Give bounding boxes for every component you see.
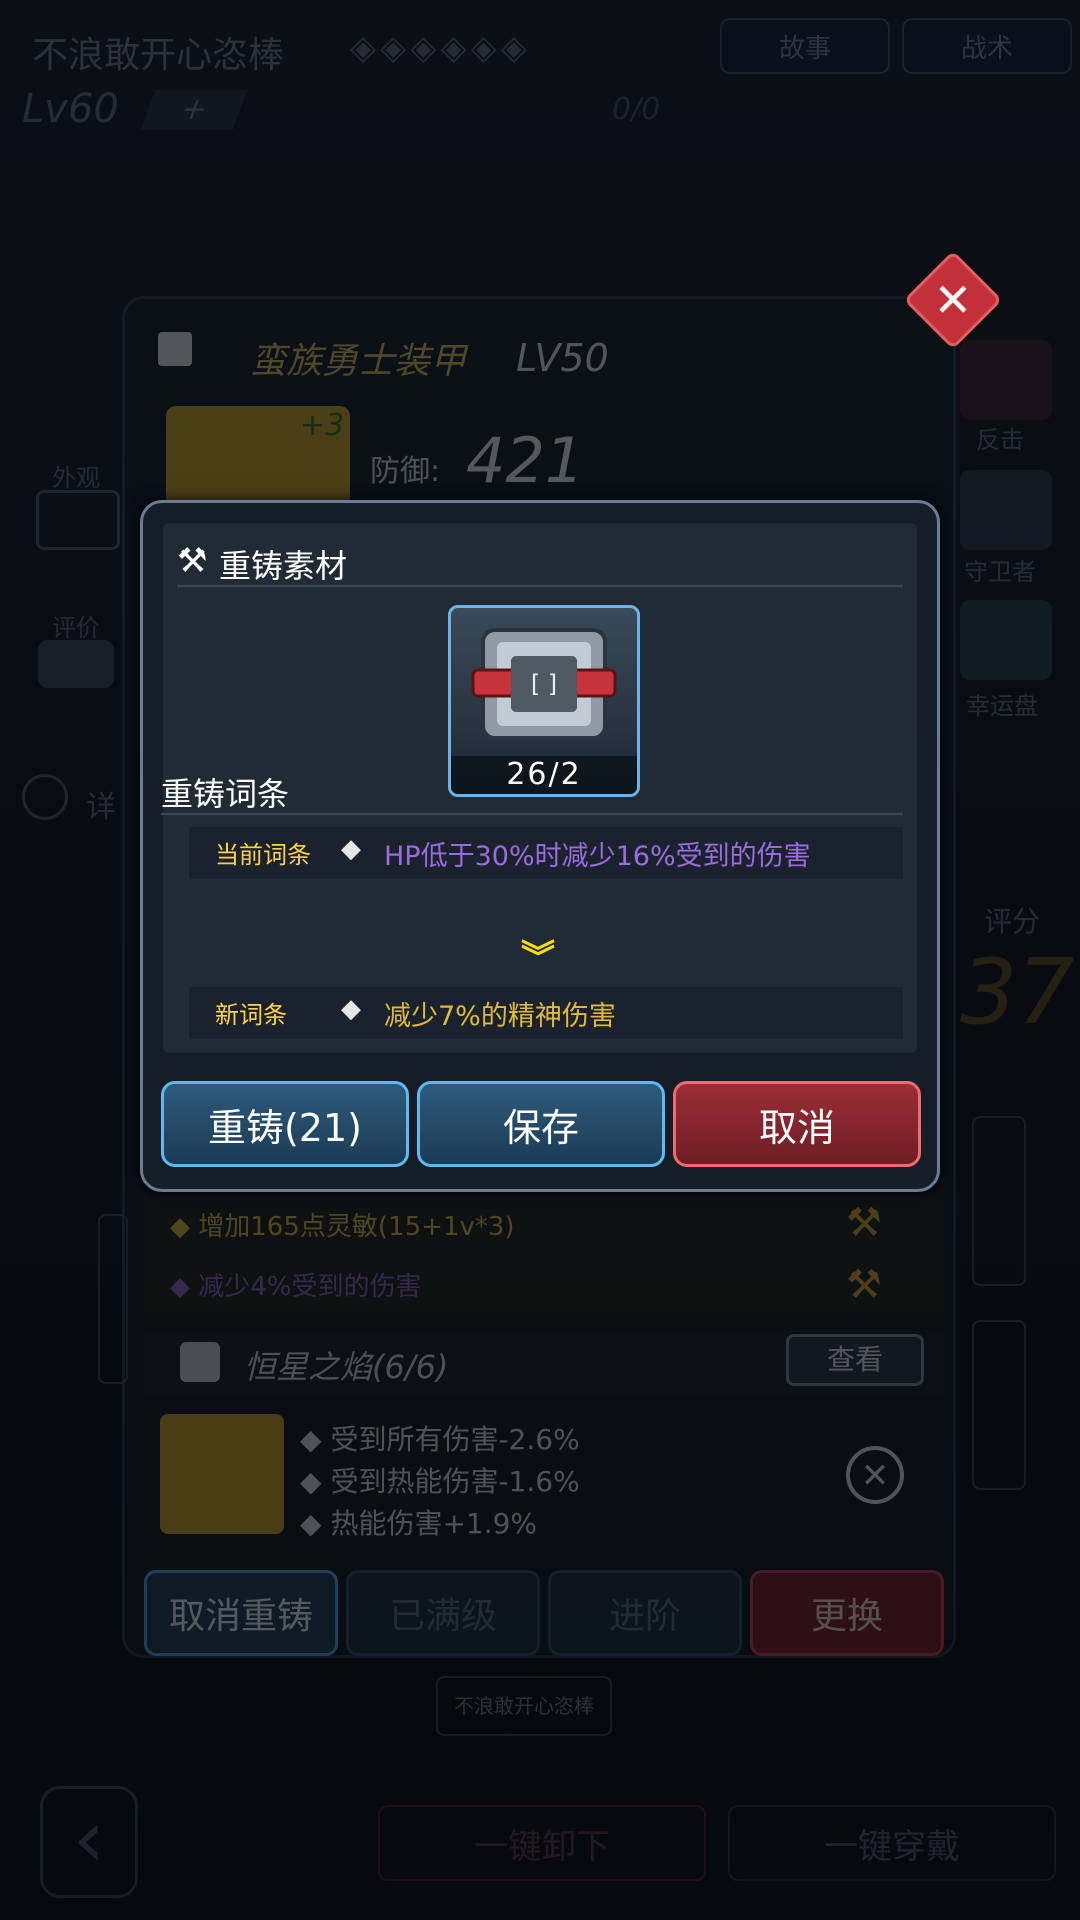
material-title: 重铸素材 <box>219 547 348 585</box>
new-affix-label: 新词条 <box>215 1001 287 1029</box>
chat-bubble-icon[interactable] <box>38 640 114 688</box>
hammer-icon: ⚒ <box>177 541 208 581</box>
current-affix-label: 当前词条 <box>215 841 311 869</box>
equipment-level: LV50 <box>516 336 609 380</box>
lock-icon[interactable] <box>158 332 192 366</box>
level-plus-tag[interactable]: + <box>140 90 248 130</box>
set-item-icon <box>160 1414 284 1534</box>
defense-value: 421 <box>466 424 585 497</box>
side-card[interactable] <box>972 1320 1026 1490</box>
detail-label: 详 <box>86 790 116 825</box>
diamond-icon: ◆ <box>341 994 361 1024</box>
rating-label: 评价 <box>52 614 100 642</box>
search-icon[interactable] <box>22 774 68 820</box>
tactics-button[interactable]: 战术 <box>902 18 1072 74</box>
score-value: 37 <box>960 940 1075 1045</box>
reforge-modal: ⚒ 重铸素材 [ ] 26/2 重铸词条 当前词条 ◆ HP低于30%时减少16… <box>140 500 940 1192</box>
set-name: 恒星之焰(6/6) <box>244 1348 449 1386</box>
defense-label: 防御: <box>370 454 441 489</box>
current-affix-row: 当前词条 ◆ HP低于30%时减少16%受到的伤害 <box>189 827 903 879</box>
close-circle-icon[interactable]: ✕ <box>846 1446 904 1504</box>
reforge-button[interactable]: 重铸(21) <box>161 1081 409 1167</box>
unequip-all-button[interactable]: 一键卸下 <box>378 1805 706 1881</box>
score-label: 评分 <box>984 905 1041 938</box>
counter-skill-icon[interactable] <box>960 340 1052 420</box>
cancel-reforge-button[interactable]: 取消重铸 <box>144 1570 338 1656</box>
equip-all-button[interactable]: 一键穿戴 <box>728 1805 1056 1881</box>
diamond-icon: ◆ <box>341 834 361 864</box>
player-name: 不浪敢开心恣棒 <box>32 35 285 76</box>
lucky-disk-icon[interactable] <box>960 600 1052 680</box>
side-card[interactable] <box>98 1214 128 1384</box>
current-affix-text: HP低于30%时减少16%受到的伤害 <box>384 841 811 872</box>
guardian-icon[interactable] <box>960 470 1052 550</box>
back-button[interactable]: ‹ <box>40 1786 138 1898</box>
guardian-label: 守卫者 <box>964 558 1036 586</box>
save-button[interactable]: 保存 <box>417 1081 665 1167</box>
material-slot[interactable]: [ ] 26/2 <box>448 605 640 797</box>
exp-progress: 0/0 <box>612 92 661 127</box>
set-effect: ◆ 受到所有伤害-2.6% <box>300 1423 580 1456</box>
affix-line: ◆ 增加165点灵敏(15+1v*3) <box>170 1212 515 1242</box>
shirt-icon <box>180 1342 220 1382</box>
material-count: 26/2 <box>451 756 637 794</box>
shirt-icon[interactable] <box>36 490 120 550</box>
appearance-label: 外观 <box>52 464 100 492</box>
new-affix-text: 减少7%的精神伤害 <box>384 1001 616 1032</box>
equipment-plus: +3 <box>300 408 345 443</box>
affix-line: ◆ 减少4%受到的伤害 <box>170 1272 422 1302</box>
modal-content: ⚒ 重铸素材 [ ] 26/2 重铸词条 当前词条 ◆ HP低于30%时减少16… <box>161 523 917 1053</box>
affix-title: 重铸词条 <box>161 775 290 813</box>
divider <box>161 813 903 815</box>
new-affix-row: 新词条 ◆ 减少7%的精神伤害 <box>189 987 903 1039</box>
set-effect: ◆ 受到热能伤害-1.6% <box>300 1465 580 1498</box>
view-set-button[interactable]: 查看 <box>786 1334 924 1386</box>
side-card[interactable] <box>972 1116 1026 1286</box>
chip-material-icon: [ ] <box>471 628 617 740</box>
chevron-down-icon: ︾ <box>521 938 555 978</box>
lucky-disk-label: 幸运盘 <box>966 692 1038 720</box>
hammer-icon[interactable]: ⚒ <box>846 1200 882 1246</box>
advance-button[interactable]: 进阶 <box>548 1570 742 1656</box>
counter-label: 反击 <box>976 426 1024 454</box>
close-icon: ✕ <box>933 273 973 327</box>
set-effect: ◆ 热能伤害+1.9% <box>300 1507 538 1540</box>
story-button[interactable]: 故事 <box>720 18 890 74</box>
hammer-icon[interactable]: ⚒ <box>846 1262 882 1308</box>
svg-text:[ ]: [ ] <box>531 670 557 698</box>
cancel-button[interactable]: 取消 <box>673 1081 921 1167</box>
player-level: Lv60 <box>22 86 119 132</box>
rank-diamonds: ◈◈◈◈◈◈ <box>350 28 531 68</box>
equipment-name: 蛮族勇士装甲 <box>250 341 467 382</box>
maxed-button[interactable]: 已满级 <box>346 1570 540 1656</box>
name-tag-card[interactable]: 不浪敢开心恣棒 <box>436 1676 612 1736</box>
divider <box>177 585 903 587</box>
replace-button[interactable]: 更换 <box>750 1570 944 1656</box>
